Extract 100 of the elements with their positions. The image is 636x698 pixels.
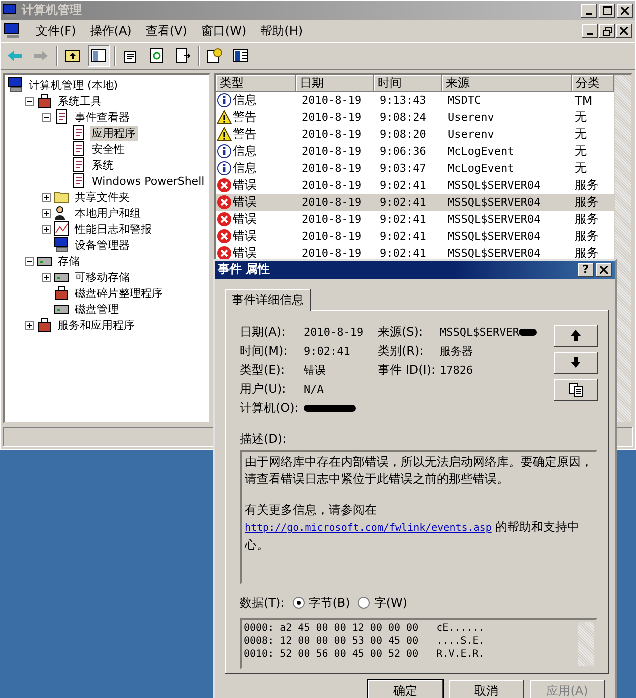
table-cell-text: 服务 xyxy=(574,177,600,194)
table-cell-text: McLogEvent xyxy=(447,162,516,175)
field-value: 错误 xyxy=(304,363,327,378)
tree-item[interactable]: 性能日志和警报 xyxy=(73,222,154,236)
table-cell-text: 2010-8-19 xyxy=(301,162,363,175)
field-label: 类别(R): xyxy=(378,343,425,360)
table-cell-text: 9:08:24 xyxy=(379,111,428,124)
minimize-button[interactable] xyxy=(582,24,598,38)
tree-item[interactable]: 服务和应用程序 xyxy=(56,318,137,332)
tree-item[interactable]: 存储 xyxy=(56,254,82,268)
table-cell-text: MSSQL$SERVER04 xyxy=(447,213,542,226)
dialog-title: 事件 属性 xyxy=(218,261,270,278)
next-button[interactable] xyxy=(554,352,598,374)
table-cell-text: 9:02:41 xyxy=(379,213,428,226)
scrollbar[interactable] xyxy=(578,622,594,666)
expander-icon[interactable] xyxy=(42,208,51,218)
tree-item[interactable]: Windows PowerShell xyxy=(90,174,207,188)
table-row[interactable]: 错误 2010-8-19 9:02:41 MSSQL$SERVER04 服务 xyxy=(216,177,614,194)
table-cell-text: Userenv xyxy=(447,128,496,141)
tree-item[interactable]: 磁盘碎片整理程序 xyxy=(73,286,165,300)
tree-item[interactable]: 事件查看器 xyxy=(73,110,132,124)
table-cell-text: 服务 xyxy=(574,194,600,211)
expander-icon[interactable] xyxy=(25,320,34,330)
table-cell-text: 2010-8-19 xyxy=(301,247,363,260)
table-row[interactable]: 错误 2010-8-19 9:02:41 MSSQL$SERVER04 服务 xyxy=(216,228,614,245)
column-header[interactable]: 分类 xyxy=(572,75,614,92)
hex-line: 0008: 12 00 00 00 53 00 45 00 ....S.E. xyxy=(244,634,486,648)
field-label: 日期(A): xyxy=(240,324,287,342)
maximize-button[interactable] xyxy=(599,4,615,18)
field-value: MSSQL$SERVER xyxy=(440,326,520,340)
close-icon xyxy=(621,6,629,14)
table-row[interactable]: 错误 2010-8-19 9:02:41 MSSQL$SERVER04 服务 xyxy=(216,194,614,211)
table-row[interactable]: 信息 2010-8-19 9:06:36 McLogEvent 无 xyxy=(216,143,614,160)
table-cell-text: 9:02:41 xyxy=(379,196,428,209)
table-cell: 信息 xyxy=(233,160,257,177)
table-cell-text: 无 xyxy=(574,126,588,143)
close-button[interactable] xyxy=(617,4,633,18)
tab[interactable]: 事件详细信息 xyxy=(225,288,311,311)
menu-item[interactable]: 窗口(W) xyxy=(201,22,247,40)
tree-item[interactable]: 共享文件夹 xyxy=(73,190,132,204)
expander-icon[interactable] xyxy=(42,272,51,282)
tree-item[interactable]: 本地用户和组 xyxy=(73,206,143,220)
restore-icon xyxy=(602,26,612,36)
redaction-mark xyxy=(519,329,538,336)
radio-button[interactable]: 字(W) xyxy=(358,594,408,612)
close-button[interactable] xyxy=(596,262,612,277)
table-cell-text: 9:06:36 xyxy=(379,145,428,158)
menu-item[interactable]: 操作(A) xyxy=(90,22,132,40)
help-link[interactable]: http://go.microsoft.com/fwlink/events.asp xyxy=(245,522,492,534)
radio-button[interactable]: 字节(B) xyxy=(292,594,350,612)
table-row[interactable]: 警告 2010-8-19 9:08:24 Userenv 无 xyxy=(216,109,614,126)
table-cell-text: 2010-8-19 xyxy=(301,230,363,243)
minimize-button[interactable] xyxy=(581,4,597,18)
dialog-button[interactable]: 取消 xyxy=(449,680,524,698)
dialog-button[interactable]: 确定 xyxy=(368,680,443,698)
toolbar-button[interactable] xyxy=(88,45,110,67)
table-cell-text: 9:02:41 xyxy=(379,230,428,243)
close-button[interactable] xyxy=(616,24,632,38)
column-header[interactable]: 日期 xyxy=(296,75,374,92)
tree-item[interactable]: 可移动存储 xyxy=(73,270,132,284)
table-cell: 警告 xyxy=(233,109,257,126)
description-label: 描述(D): xyxy=(240,430,288,448)
previous-button[interactable] xyxy=(554,324,598,347)
tree-item[interactable]: 安全性 xyxy=(90,142,127,156)
table-cell-text: 服务 xyxy=(574,245,600,262)
refresh-icon xyxy=(149,48,165,64)
table-row[interactable]: 错误 2010-8-19 9:02:41 MSSQL$SERVER04 服务 xyxy=(216,211,614,228)
help-button[interactable]: ? xyxy=(578,262,594,277)
tree-item[interactable]: 设备管理器 xyxy=(73,238,132,252)
tree-item[interactable]: 应用程序 xyxy=(90,126,138,140)
expander-icon[interactable] xyxy=(42,112,51,122)
expander-icon[interactable] xyxy=(42,224,51,234)
table-cell: 信息 xyxy=(233,143,257,160)
table-row[interactable]: 信息 2010-8-19 9:03:47 McLogEvent 无 xyxy=(216,160,614,177)
column-header[interactable]: 类型 xyxy=(216,75,296,92)
hex-line: 0010: 52 00 56 00 45 00 52 00 R.V.E.R. xyxy=(244,648,486,661)
table-cell-text: 服务 xyxy=(574,228,600,245)
field-value: 9:02:41 xyxy=(304,345,352,358)
menu-item[interactable]: 查看(V) xyxy=(146,22,188,40)
panel-icon xyxy=(233,48,249,64)
tree-item[interactable]: 系统工具 xyxy=(56,94,104,108)
tree-item[interactable]: 系统 xyxy=(90,158,116,172)
tree-item[interactable]: 磁盘管理 xyxy=(73,302,121,316)
table-row[interactable]: 警告 2010-8-19 9:08:20 Userenv 无 xyxy=(216,126,614,143)
menu-item[interactable]: 文件(F) xyxy=(36,22,76,40)
copy-button[interactable] xyxy=(554,378,598,401)
close-icon xyxy=(620,27,628,35)
scrollbar[interactable] xyxy=(614,75,631,422)
column-header[interactable]: 来源 xyxy=(442,75,572,92)
column-header[interactable]: 时间 xyxy=(374,75,442,92)
tree-item[interactable]: 计算机管理 (本地) xyxy=(27,78,120,92)
restore-button[interactable] xyxy=(599,24,615,38)
expander-icon[interactable] xyxy=(25,96,34,106)
minimize-icon xyxy=(586,12,592,14)
expander-icon[interactable] xyxy=(25,256,34,266)
expander-icon[interactable] xyxy=(42,192,51,202)
field-value: 2010-8-19 xyxy=(304,326,365,340)
table-cell: 错误 xyxy=(233,177,257,194)
table-row[interactable]: 信息 2010-8-19 9:13:43 MSDTC TM xyxy=(216,92,614,109)
menu-item[interactable]: 帮助(H) xyxy=(260,22,304,40)
